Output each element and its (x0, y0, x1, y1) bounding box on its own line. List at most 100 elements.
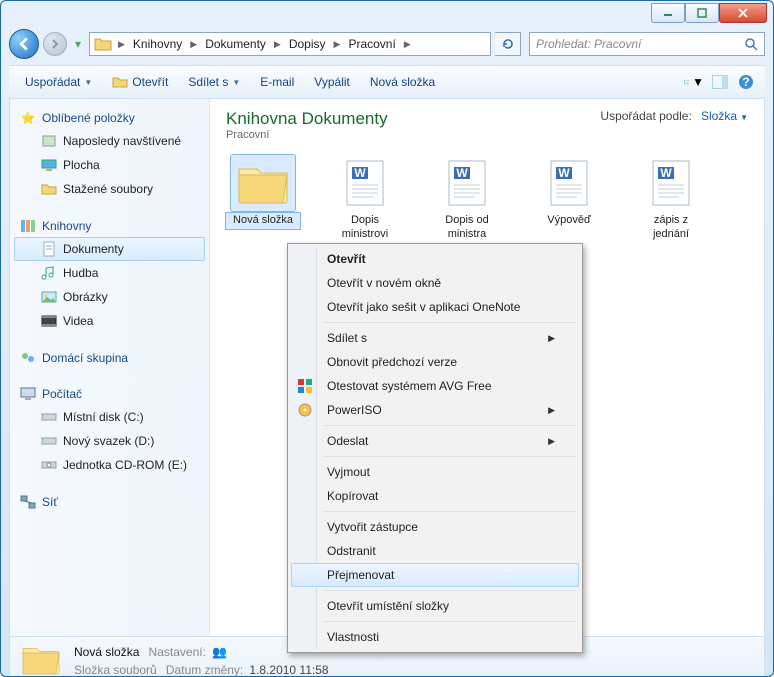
help-button[interactable]: ? (735, 71, 757, 93)
view-mode-button[interactable]: ▼ (683, 71, 705, 93)
context-menu: Otevřít Otevřít v novém okně Otevřít jak… (287, 243, 583, 653)
computer-icon (20, 386, 36, 402)
svg-text:W: W (354, 166, 366, 180)
burn-button[interactable]: Vypálit (306, 71, 358, 93)
breadcrumb-seg[interactable]: Knihovny (127, 33, 188, 55)
network-header[interactable]: Síť (14, 491, 205, 513)
ctx-share[interactable]: Sdílet s▶ (291, 326, 579, 350)
arrange-by[interactable]: Uspořádat podle: Složka ▼ (600, 109, 748, 123)
file-item-folder[interactable]: Nová složka (226, 155, 300, 243)
ctx-avg[interactable]: Otestovat systémem AVG Free (291, 374, 579, 398)
file-label: Nová složka (226, 213, 300, 229)
folder-icon (231, 155, 295, 211)
word-doc-icon: W (333, 155, 397, 211)
folder-icon (94, 35, 112, 53)
file-item-doc[interactable]: W zápis z jednání (634, 155, 708, 243)
svg-text:?: ? (742, 75, 749, 89)
maximize-button[interactable] (685, 3, 719, 23)
svg-text:W: W (456, 166, 468, 180)
search-icon (744, 37, 758, 51)
documents-icon (41, 241, 57, 257)
svg-text:W: W (660, 166, 672, 180)
navigation-sidebar: ⭐Oblíbené položky Naposledy navštívené P… (10, 99, 210, 636)
breadcrumb-seg[interactable]: Dopisy (283, 33, 332, 55)
email-button[interactable]: E-mail (252, 71, 302, 93)
ctx-restore[interactable]: Obnovit předchozí verze (291, 350, 579, 374)
organize-button[interactable]: Uspořádat▼ (17, 71, 100, 93)
sidebar-item-drive-c[interactable]: Místní disk (C:) (14, 405, 205, 429)
close-button[interactable] (719, 3, 767, 23)
sidebar-item-desktop[interactable]: Plocha (14, 153, 205, 177)
sidebar-item-videos[interactable]: Videa (14, 309, 205, 333)
ctx-open-onenote[interactable]: Otevřít jako sešit v aplikaci OneNote (291, 295, 579, 319)
network-icon (20, 494, 36, 510)
search-input[interactable]: Prohledat: Pracovní (529, 32, 765, 56)
file-label: Výpověď (532, 213, 606, 229)
open-icon (112, 74, 128, 90)
music-icon (41, 265, 57, 281)
folder-icon (20, 641, 62, 677)
nav-forward-button[interactable] (43, 32, 67, 56)
svg-text:W: W (558, 166, 570, 180)
avg-icon (297, 378, 313, 394)
word-doc-icon: W (435, 155, 499, 211)
status-date-label: Datum změny: (166, 663, 243, 677)
open-button[interactable]: Otevřít (104, 70, 176, 94)
ctx-properties[interactable]: Vlastnosti (291, 625, 579, 649)
new-folder-button[interactable]: Nová složka (362, 71, 443, 93)
homegroup-icon (20, 350, 36, 366)
poweriso-icon (297, 402, 313, 418)
ctx-delete[interactable]: Odstranit (291, 539, 579, 563)
status-name: Nová složka (74, 645, 139, 659)
drive-icon (41, 433, 57, 449)
drive-icon (41, 409, 57, 425)
star-icon: ⭐ (20, 110, 36, 126)
refresh-button[interactable] (495, 32, 521, 56)
downloads-icon (41, 181, 57, 197)
libraries-header[interactable]: Knihovny (14, 215, 205, 237)
minimize-button[interactable] (651, 3, 685, 23)
file-item-doc[interactable]: W Dopis od ministra (430, 155, 504, 243)
arrange-by-value[interactable]: Složka (701, 109, 737, 123)
ctx-shortcut[interactable]: Vytvořit zástupce (291, 515, 579, 539)
ctx-poweriso[interactable]: PowerISO▶ (291, 398, 579, 422)
file-label: zápis z jednání (634, 213, 708, 243)
library-subtitle: Pracovní (226, 129, 388, 141)
recent-icon (41, 133, 57, 149)
command-toolbar: Uspořádat▼ Otevřít Sdílet s▼ E-mail Vypá… (9, 65, 765, 99)
computer-header[interactable]: Počítač (14, 383, 205, 405)
ctx-open-location[interactable]: Otevřít umístění složky (291, 594, 579, 618)
ctx-copy[interactable]: Kopírovat (291, 484, 579, 508)
ctx-open[interactable]: Otevřít (291, 247, 579, 271)
address-bar[interactable]: ▶ Knihovny▶ Dokumenty▶ Dopisy▶ Pracovní▶ (89, 32, 491, 56)
file-item-doc[interactable]: W Dopis ministrovi (328, 155, 402, 243)
ctx-send[interactable]: Odeslat▶ (291, 429, 579, 453)
share-button[interactable]: Sdílet s▼ (180, 71, 248, 93)
ctx-rename[interactable]: Přejmenovat (291, 563, 579, 587)
ctx-cut[interactable]: Vyjmout (291, 460, 579, 484)
file-label: Dopis od ministra (430, 213, 504, 243)
sidebar-item-pictures[interactable]: Obrázky (14, 285, 205, 309)
sidebar-item-recent[interactable]: Naposledy navštívené (14, 129, 205, 153)
nav-history-dropdown[interactable]: ▾ (71, 32, 85, 56)
sidebar-item-documents[interactable]: Dokumenty (14, 237, 205, 261)
homegroup-header[interactable]: Domácí skupina (14, 347, 205, 369)
preview-pane-button[interactable] (709, 71, 731, 93)
nav-back-button[interactable] (9, 29, 39, 59)
favorites-header[interactable]: ⭐Oblíbené položky (14, 107, 205, 129)
desktop-icon (41, 157, 57, 173)
ctx-open-new-window[interactable]: Otevřít v novém okně (291, 271, 579, 295)
sidebar-item-drive-d[interactable]: Nový svazek (D:) (14, 429, 205, 453)
file-item-doc[interactable]: W Výpověď (532, 155, 606, 243)
sidebar-item-drive-e[interactable]: Jednotka CD-ROM (E:) (14, 453, 205, 477)
status-settings-label: Nastavení: (149, 645, 206, 659)
cd-drive-icon (41, 457, 57, 473)
breadcrumb-seg[interactable]: Dokumenty (199, 33, 272, 55)
libraries-icon (20, 218, 36, 234)
sidebar-item-music[interactable]: Hudba (14, 261, 205, 285)
sidebar-item-downloads[interactable]: Stažené soubory (14, 177, 205, 201)
breadcrumb-seg[interactable]: Pracovní (342, 33, 401, 55)
people-icon: 👥 (212, 645, 227, 659)
status-type: Složka souborů (74, 663, 157, 677)
status-date-value: 1.8.2010 11:58 (249, 663, 328, 677)
